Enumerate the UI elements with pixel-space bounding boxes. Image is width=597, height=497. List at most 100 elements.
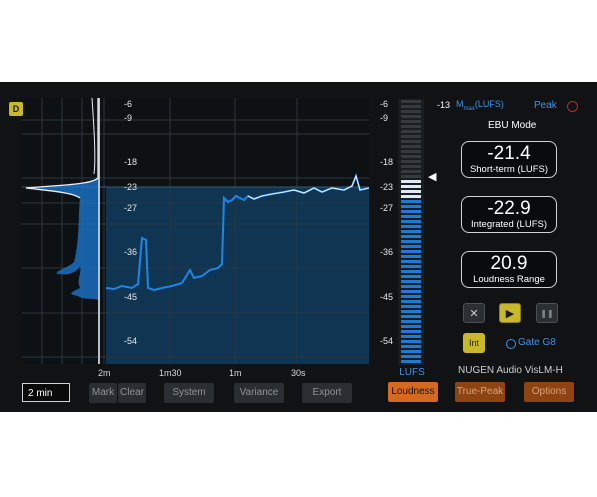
left-scale-label: -6 bbox=[124, 99, 133, 109]
meter-segment bbox=[401, 110, 421, 113]
export-button[interactable]: Export bbox=[302, 383, 352, 403]
meter-segment bbox=[401, 270, 421, 273]
short-term-readout: -21.4 Short-term (LUFS) bbox=[461, 141, 557, 178]
loudness-history-graph bbox=[22, 98, 369, 364]
meter-segment bbox=[401, 125, 421, 128]
meter-segment bbox=[401, 275, 421, 278]
time-label-30s: 30s bbox=[291, 368, 306, 378]
integrated-readout: -22.9 Integrated (LUFS) bbox=[461, 196, 557, 233]
meter-segment bbox=[401, 130, 421, 133]
meter-segment bbox=[401, 225, 421, 228]
meter-segment bbox=[401, 230, 421, 233]
meter-segment bbox=[401, 120, 421, 123]
loudness-meter bbox=[398, 99, 424, 365]
meter-segment bbox=[401, 240, 421, 243]
mark-button[interactable]: Mark bbox=[89, 383, 117, 403]
meter-segment bbox=[401, 285, 421, 288]
integrated-caption: Integrated (LUFS) bbox=[470, 219, 548, 230]
product-name: NUGEN Audio VisLM-H bbox=[458, 365, 563, 376]
meter-segment bbox=[401, 185, 421, 188]
meter-segment bbox=[401, 155, 421, 158]
meter-segment bbox=[401, 355, 421, 358]
short-term-caption: Short-term (LUFS) bbox=[469, 164, 549, 175]
loudness-range-caption: Loudness Range bbox=[473, 274, 545, 285]
meter-segment bbox=[401, 210, 421, 213]
meter-segment bbox=[401, 160, 421, 163]
right-scale-label: -23 bbox=[380, 182, 394, 192]
gate-label: Gate G8 bbox=[518, 337, 556, 348]
gate-radio-icon[interactable] bbox=[506, 339, 516, 349]
meter-segment bbox=[401, 140, 421, 143]
right-scale-label: -9 bbox=[380, 113, 389, 123]
target-marker-icon: ◀ bbox=[428, 171, 437, 183]
meter-segment bbox=[401, 165, 421, 168]
histogram-top-line bbox=[91, 98, 96, 175]
mmax-label: Mmax(LUFS) bbox=[456, 99, 504, 112]
meter-segment bbox=[401, 195, 421, 198]
pause-button[interactable]: ❚❚ bbox=[536, 303, 558, 323]
true-peak-button[interactable]: True-Peak bbox=[455, 382, 505, 402]
meter-unit-label: LUFS bbox=[399, 367, 425, 378]
loudness-meter-bars bbox=[401, 100, 421, 363]
int-button[interactable]: Int bbox=[463, 333, 485, 353]
meter-segment bbox=[401, 190, 421, 193]
mmax-label-sub: max bbox=[463, 105, 475, 112]
meter-segment bbox=[401, 340, 421, 343]
mode-label: EBU Mode bbox=[488, 120, 537, 131]
meter-segment bbox=[401, 215, 421, 218]
integrated-value: -22.9 bbox=[487, 198, 531, 219]
options-button[interactable]: Options bbox=[524, 382, 574, 402]
meter-segment bbox=[401, 280, 421, 283]
plugin-window: D -6 -9 -18 -23 -27 -36 -45 -54 -6 -9 -18 -23 -27 -3… bbox=[0, 82, 597, 412]
meter-segment bbox=[401, 145, 421, 148]
stop-button[interactable]: ✕ bbox=[463, 303, 485, 323]
meter-segment bbox=[401, 175, 421, 178]
meter-segment bbox=[401, 255, 421, 258]
clear-button[interactable]: Clear bbox=[118, 383, 146, 403]
meter-segment bbox=[401, 170, 421, 173]
meter-segment bbox=[401, 345, 421, 348]
mmax-value: -13 bbox=[437, 100, 451, 110]
variance-button[interactable]: Variance bbox=[234, 383, 284, 403]
loudness-range-value: 20.9 bbox=[490, 253, 528, 274]
meter-segment bbox=[401, 100, 421, 103]
left-scale-label: -54 bbox=[124, 336, 138, 346]
meter-segment bbox=[401, 200, 421, 203]
meter-segment bbox=[401, 305, 421, 308]
loudness-range-readout: 20.9 Loudness Range bbox=[461, 251, 557, 288]
meter-segment bbox=[401, 330, 421, 333]
left-scale-label: -18 bbox=[124, 157, 138, 167]
right-scale-label: -54 bbox=[380, 336, 394, 346]
left-scale-label: -23 bbox=[124, 182, 138, 192]
meter-segment bbox=[401, 350, 421, 353]
right-scale-label: -6 bbox=[380, 99, 389, 109]
meter-segment bbox=[401, 335, 421, 338]
meter-segment bbox=[401, 360, 421, 363]
meter-segment bbox=[401, 310, 421, 313]
loudness-history-plot bbox=[22, 98, 369, 364]
peak-label: Peak bbox=[534, 100, 557, 111]
system-button[interactable]: System bbox=[164, 383, 214, 403]
right-scale-label: -36 bbox=[380, 247, 394, 257]
mmax-label-m: M bbox=[456, 99, 464, 109]
time-label-1m30: 1m30 bbox=[159, 368, 182, 378]
loudness-button[interactable]: Loudness bbox=[388, 382, 438, 402]
time-label-2m: 2m bbox=[98, 368, 111, 378]
play-button[interactable]: ▶ bbox=[499, 303, 521, 323]
left-scale-label: -36 bbox=[124, 247, 138, 257]
meter-segment bbox=[401, 295, 421, 298]
meter-segment bbox=[401, 290, 421, 293]
meter-segment bbox=[401, 260, 421, 263]
time-label-1m: 1m bbox=[229, 368, 242, 378]
left-scale-label: -27 bbox=[124, 203, 138, 213]
right-scale-label: -27 bbox=[380, 203, 394, 213]
meter-segment bbox=[401, 115, 421, 118]
meter-segment bbox=[401, 150, 421, 153]
meter-segment bbox=[401, 265, 421, 268]
time-window-field[interactable]: 2 min bbox=[22, 383, 70, 402]
display-badge[interactable]: D bbox=[9, 102, 23, 116]
mmax-label-unit: (LUFS) bbox=[474, 99, 504, 109]
meter-segment bbox=[401, 205, 421, 208]
peak-indicator-icon[interactable] bbox=[567, 101, 578, 112]
meter-segment bbox=[401, 135, 421, 138]
